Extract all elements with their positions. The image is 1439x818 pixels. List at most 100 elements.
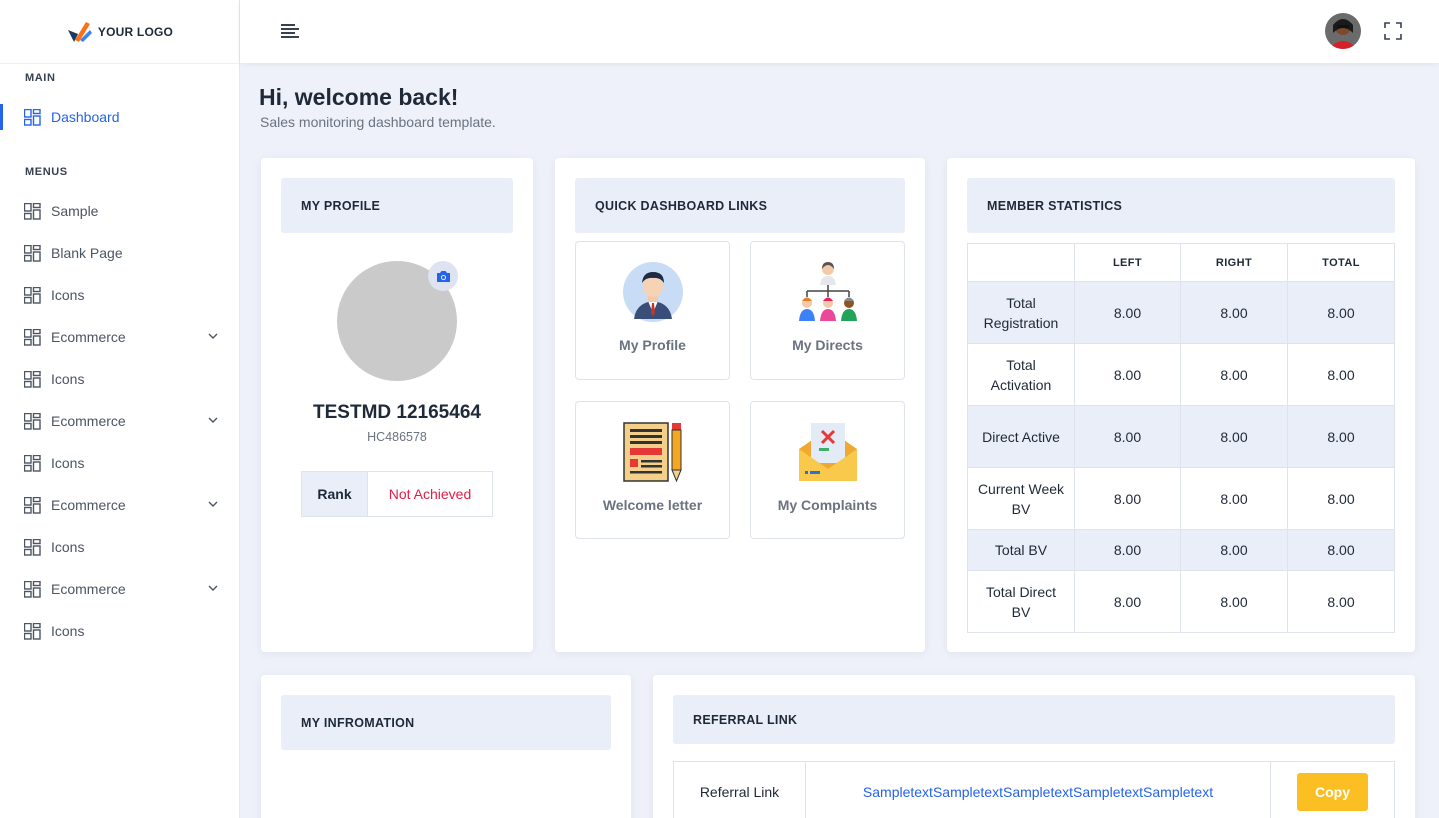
sidebar-item-label: Sample bbox=[51, 203, 99, 219]
profile-name: TESTMD 12165464 bbox=[313, 402, 481, 423]
grid-icon bbox=[24, 286, 41, 304]
row-label: Direct Active bbox=[967, 405, 1075, 468]
sidebar-item-label: Ecommerce bbox=[51, 581, 126, 597]
table-row: Direct Active 8.00 8.00 8.00 bbox=[967, 405, 1395, 468]
section-main-label: MAIN bbox=[25, 72, 56, 84]
sidebar-item-label: Ecommerce bbox=[51, 497, 126, 513]
quick-link-label: My Complaints bbox=[777, 497, 878, 513]
quick-link-my-complaints[interactable]: My Complaints bbox=[750, 401, 905, 539]
dashboard-icon bbox=[24, 108, 41, 126]
grid-icon bbox=[24, 454, 41, 472]
cell-total: 8.00 bbox=[1287, 281, 1395, 344]
table-row: Total Activation 8.00 8.00 8.00 bbox=[967, 343, 1395, 406]
quick-link-welcome-letter[interactable]: Welcome letter bbox=[575, 401, 730, 539]
row-label: Total Activation bbox=[967, 343, 1075, 406]
user-avatar[interactable] bbox=[1325, 13, 1361, 49]
grid-icon bbox=[24, 370, 41, 388]
avatar-image bbox=[1325, 13, 1361, 49]
sidebar-item-icons[interactable]: Icons bbox=[0, 358, 239, 400]
sidebar-item-blank-page[interactable]: Blank Page bbox=[0, 232, 239, 274]
table-row: Current Week BV 8.00 8.00 8.00 bbox=[967, 467, 1395, 530]
cell-left: 8.00 bbox=[1074, 343, 1181, 406]
profile-card: MY PROFILE TESTMD 12165464 HC486578 Rank… bbox=[261, 158, 533, 652]
section-menus-label: MENUS bbox=[25, 166, 68, 178]
sidebar-item-label: Icons bbox=[51, 455, 85, 471]
cell-right: 8.00 bbox=[1180, 529, 1288, 571]
referral-link[interactable]: SampletextSampletextSampletextSampletext… bbox=[806, 762, 1271, 818]
information-title: MY INFROMATION bbox=[281, 695, 611, 750]
referral-card: REFERRAL LINK Referral Link SampletextSa… bbox=[653, 675, 1415, 818]
cell-right: 8.00 bbox=[1180, 405, 1288, 468]
grid-icon bbox=[24, 412, 41, 430]
information-card: MY INFROMATION bbox=[261, 675, 631, 818]
rank-value: Not Achieved bbox=[388, 486, 472, 502]
row-label: Total Registration bbox=[967, 281, 1075, 344]
quick-link-label: My Directs bbox=[792, 337, 863, 353]
chevron-down-icon[interactable] bbox=[207, 330, 219, 342]
grid-icon bbox=[24, 244, 41, 262]
profile-id: HC486578 bbox=[367, 430, 427, 444]
chevron-down-icon[interactable] bbox=[207, 414, 219, 426]
logo-icon bbox=[67, 21, 92, 42]
cell-right: 8.00 bbox=[1180, 467, 1288, 530]
member-statistics-title: MEMBER STATISTICS bbox=[967, 178, 1395, 233]
row-label: Total BV bbox=[967, 529, 1075, 571]
sidebar-item-label: Icons bbox=[51, 287, 85, 303]
sidebar-item-label: Icons bbox=[51, 371, 85, 387]
sidebar-item-icons[interactable]: Icons bbox=[0, 526, 239, 568]
page-subtitle: Sales monitoring dashboard template. bbox=[260, 114, 496, 130]
column-header bbox=[967, 243, 1075, 282]
sidebar-item-icons[interactable]: Icons bbox=[0, 274, 239, 316]
cell-total: 8.00 bbox=[1287, 405, 1395, 468]
sidebar-item-icons[interactable]: Icons bbox=[0, 442, 239, 484]
quick-link-my-profile[interactable]: My Profile bbox=[575, 241, 730, 380]
column-header-left: LEFT bbox=[1074, 243, 1181, 282]
quick-links-card: QUICK DASHBOARD LINKS My Profile My Dire… bbox=[555, 158, 925, 652]
sidebar-item-dashboard[interactable]: Dashboard bbox=[0, 96, 239, 138]
cell-left: 8.00 bbox=[1074, 570, 1181, 633]
menu-toggle-icon[interactable] bbox=[280, 22, 300, 40]
rank-box: Rank Not Achieved bbox=[301, 471, 493, 517]
sidebar-item-ecommerce[interactable]: Ecommerce bbox=[0, 316, 239, 358]
sidebar-item-label: Ecommerce bbox=[51, 329, 126, 345]
copy-button[interactable]: Copy bbox=[1297, 772, 1368, 811]
column-header-right: RIGHT bbox=[1180, 243, 1288, 282]
sidebar-item-label: Blank Page bbox=[51, 245, 123, 261]
sidebar-item-label: Ecommerce bbox=[51, 413, 126, 429]
grid-icon bbox=[24, 202, 41, 220]
cell-right: 8.00 bbox=[1180, 343, 1288, 406]
change-photo-button[interactable] bbox=[428, 261, 458, 291]
cell-total: 8.00 bbox=[1287, 467, 1395, 530]
envelope-complaint-icon bbox=[799, 423, 857, 481]
chevron-down-icon[interactable] bbox=[207, 498, 219, 510]
cell-total: 8.00 bbox=[1287, 570, 1395, 633]
sidebar-item-ecommerce[interactable]: Ecommerce bbox=[0, 484, 239, 526]
grid-icon bbox=[24, 580, 41, 598]
cell-right: 8.00 bbox=[1180, 570, 1288, 633]
fullscreen-icon[interactable] bbox=[1384, 22, 1402, 40]
quick-link-my-directs[interactable]: My Directs bbox=[750, 241, 905, 380]
referral-row: Referral Link SampletextSampletextSample… bbox=[673, 761, 1395, 818]
sidebar-item-sample[interactable]: Sample bbox=[0, 190, 239, 232]
sidebar-item-icons[interactable]: Icons bbox=[0, 610, 239, 652]
referral-title: REFERRAL LINK bbox=[673, 695, 1395, 744]
cell-total: 8.00 bbox=[1287, 529, 1395, 571]
letter-pencil-icon bbox=[623, 422, 682, 483]
sidebar-item-ecommerce[interactable]: Ecommerce bbox=[0, 400, 239, 442]
chevron-down-icon[interactable] bbox=[207, 582, 219, 594]
logo-text: YOUR LOGO bbox=[97, 24, 174, 39]
referral-label: Referral Link bbox=[674, 762, 806, 818]
sidebar-item-ecommerce[interactable]: Ecommerce bbox=[0, 568, 239, 610]
quick-links-title: QUICK DASHBOARD LINKS bbox=[575, 178, 905, 233]
table-row: Total Direct BV 8.00 8.00 8.00 bbox=[967, 570, 1395, 633]
grid-icon bbox=[24, 622, 41, 640]
quick-link-label: Welcome letter bbox=[602, 497, 703, 513]
column-header-total: TOTAL bbox=[1287, 243, 1395, 282]
logo[interactable]: YOUR LOGO bbox=[0, 0, 239, 64]
page-title: Hi, welcome back! bbox=[259, 84, 459, 110]
rank-label: Rank bbox=[302, 472, 368, 516]
row-label: Total Direct BV bbox=[967, 570, 1075, 633]
member-statistics-table: LEFT RIGHT TOTAL Total Registration 8.00 8… bbox=[967, 243, 1395, 633]
quick-link-label: My Profile bbox=[619, 337, 686, 353]
sidebar-item-label: Icons bbox=[51, 539, 85, 555]
